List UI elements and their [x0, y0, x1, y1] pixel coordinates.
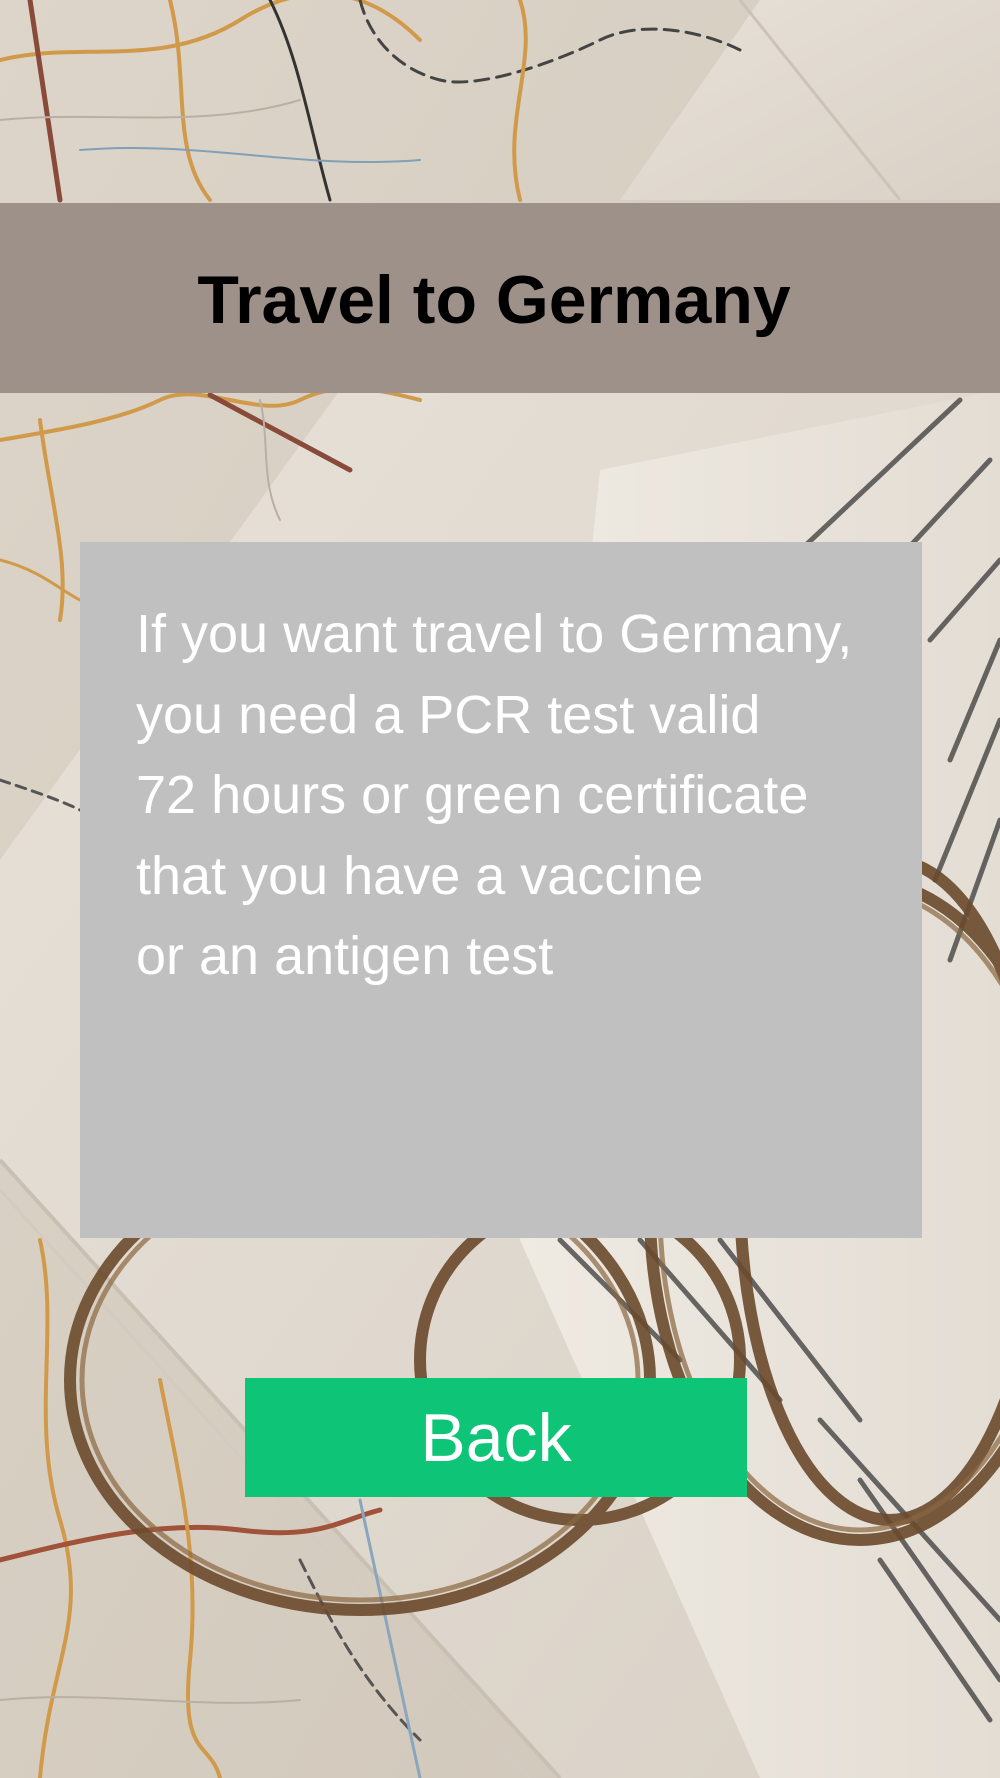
info-text-line: or an antigen test: [136, 926, 554, 986]
info-card: If you want travel to Germany, you need …: [80, 542, 922, 1238]
back-button[interactable]: Back: [245, 1378, 747, 1497]
title-bar: Travel to Germany: [0, 203, 1000, 393]
info-text-line: 72 hours or green certificate: [136, 765, 809, 825]
info-text-line: you need a PCR test valid: [136, 684, 761, 745]
info-text-line: that you have a vaccine: [136, 845, 704, 906]
info-text-line: If you want travel to Germany,: [136, 604, 853, 664]
page-title: Travel to Germany: [197, 262, 791, 338]
